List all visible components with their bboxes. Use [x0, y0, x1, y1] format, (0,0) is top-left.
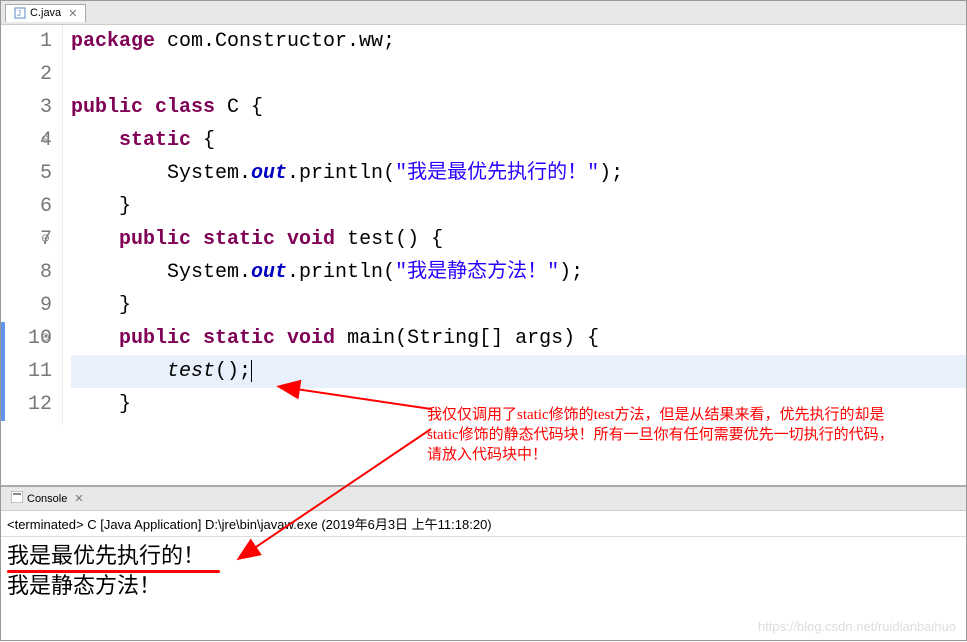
code-line[interactable]: package com.Constructor.ww; [71, 25, 966, 58]
line-number: 7⊖ [1, 223, 52, 256]
console-status: <terminated> C [Java Application] D:\jre… [1, 511, 966, 537]
editor-tab-bar: J C.java ✕ [1, 1, 966, 25]
annotation-text: 我仅仅调用了static修饰的test方法，但是从结果来看，优先执行的却是sta… [427, 405, 907, 465]
code-line[interactable]: public static void main(String[] args) { [71, 322, 966, 355]
editor-tab[interactable]: J C.java ✕ [5, 4, 86, 22]
line-number: 8 [1, 256, 52, 289]
console-tab-bar: Console ✕ [1, 487, 966, 511]
code-line[interactable]: } [71, 190, 966, 223]
console-line: 我是静态方法！ [7, 571, 960, 601]
line-number: 4⊖ [1, 124, 52, 157]
line-number: 12 [1, 388, 52, 421]
line-number: 2 [1, 58, 52, 91]
line-number: 5 [1, 157, 52, 190]
code-line[interactable]: static { [71, 124, 966, 157]
line-number: 9 [1, 289, 52, 322]
code-line[interactable] [71, 58, 966, 91]
console-tab[interactable]: Console ✕ [5, 489, 90, 508]
watermark: https://blog.csdn.net/ruidianbaihuo [758, 619, 956, 634]
code-area[interactable]: package com.Constructor.ww; public class … [63, 25, 966, 425]
line-number: 1 [1, 25, 52, 58]
java-file-icon: J [14, 7, 26, 19]
code-line[interactable]: public static void test() { [71, 223, 966, 256]
console-icon [11, 491, 23, 506]
svg-text:J: J [17, 9, 21, 18]
line-number: 3 [1, 91, 52, 124]
line-number: 6 [1, 190, 52, 223]
tab-filename: C.java [30, 7, 61, 19]
code-line[interactable]: System.out.println("我是静态方法！"); [71, 256, 966, 289]
code-line[interactable]: test(); [71, 355, 966, 388]
console-panel: Console ✕ <terminated> C [Java Applicati… [1, 485, 966, 605]
console-output: 我是最优先执行的！ 我是静态方法！ [1, 537, 966, 605]
console-title: Console [27, 493, 67, 505]
line-number: 10⊖ [1, 322, 52, 355]
code-editor[interactable]: 1234⊖567⊖8910⊖1112 package com.Construct… [1, 25, 966, 425]
close-icon[interactable]: ✕ [74, 492, 83, 505]
close-icon[interactable]: ✕ [68, 7, 77, 20]
code-line[interactable]: public class C { [71, 91, 966, 124]
line-number: 11 [1, 355, 52, 388]
code-line[interactable]: } [71, 289, 966, 322]
console-line: 我是最优先执行的！ [7, 541, 205, 571]
code-line[interactable]: System.out.println("我是最优先执行的！"); [71, 157, 966, 190]
line-number-gutter: 1234⊖567⊖8910⊖1112 [1, 25, 63, 425]
